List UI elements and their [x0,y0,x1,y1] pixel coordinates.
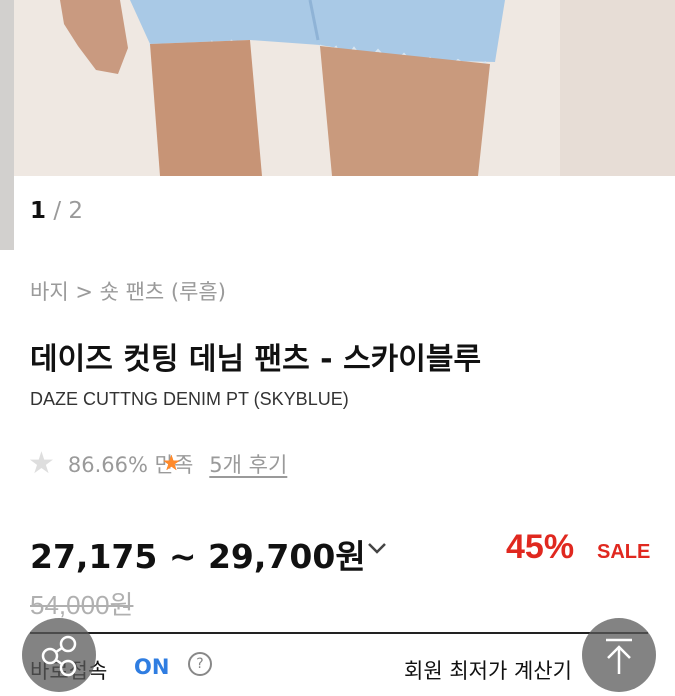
star-icon: ★ [162,451,181,475]
left-edge-strip [0,0,14,250]
discount-rate: 45% [506,528,575,566]
scroll-top-button[interactable] [582,618,656,692]
shipping-row: 바로접속 ON ? 회원 최저가 계산기 [0,652,675,683]
pager-current: 1 [30,198,47,224]
pager-total: 2 [68,198,84,224]
share-button[interactable] [22,618,96,692]
help-icon[interactable]: ? [188,652,212,676]
product-photo [0,0,675,176]
direct-access-status[interactable]: ON [134,655,169,679]
product-subtitle: DAZE CUTTNG DENIM PT (SKYBLUE) [30,389,349,409]
breadcrumb[interactable]: 바지 > 숏 팬츠 (루흠) [30,276,226,306]
share-icon [41,635,77,677]
price-range: 27,175 ~ 29,700원 [30,537,366,576]
product-title: 데이즈 컷팅 데님 팬츠 - 스카이블루 [30,342,482,377]
member-price-calculator[interactable]: 회원 최저가 계산기 [404,655,572,685]
star-empty-icon: ★ [28,446,55,481]
chevron-down-icon[interactable] [366,537,388,559]
arrow-up-icon [606,638,632,674]
original-price: 54,000원 [30,590,134,620]
section-divider [30,632,648,634]
sale-label: SALE [597,541,651,563]
reviews-link[interactable]: 5개 후기 [209,449,287,479]
product-image[interactable] [0,0,675,176]
image-pager: 1 / 2 [30,198,83,224]
rating-row: ★ ★ ★ ★ ★ 86.66% 만족 5개 후기 [28,448,287,480]
pager-separator: / [53,198,62,224]
